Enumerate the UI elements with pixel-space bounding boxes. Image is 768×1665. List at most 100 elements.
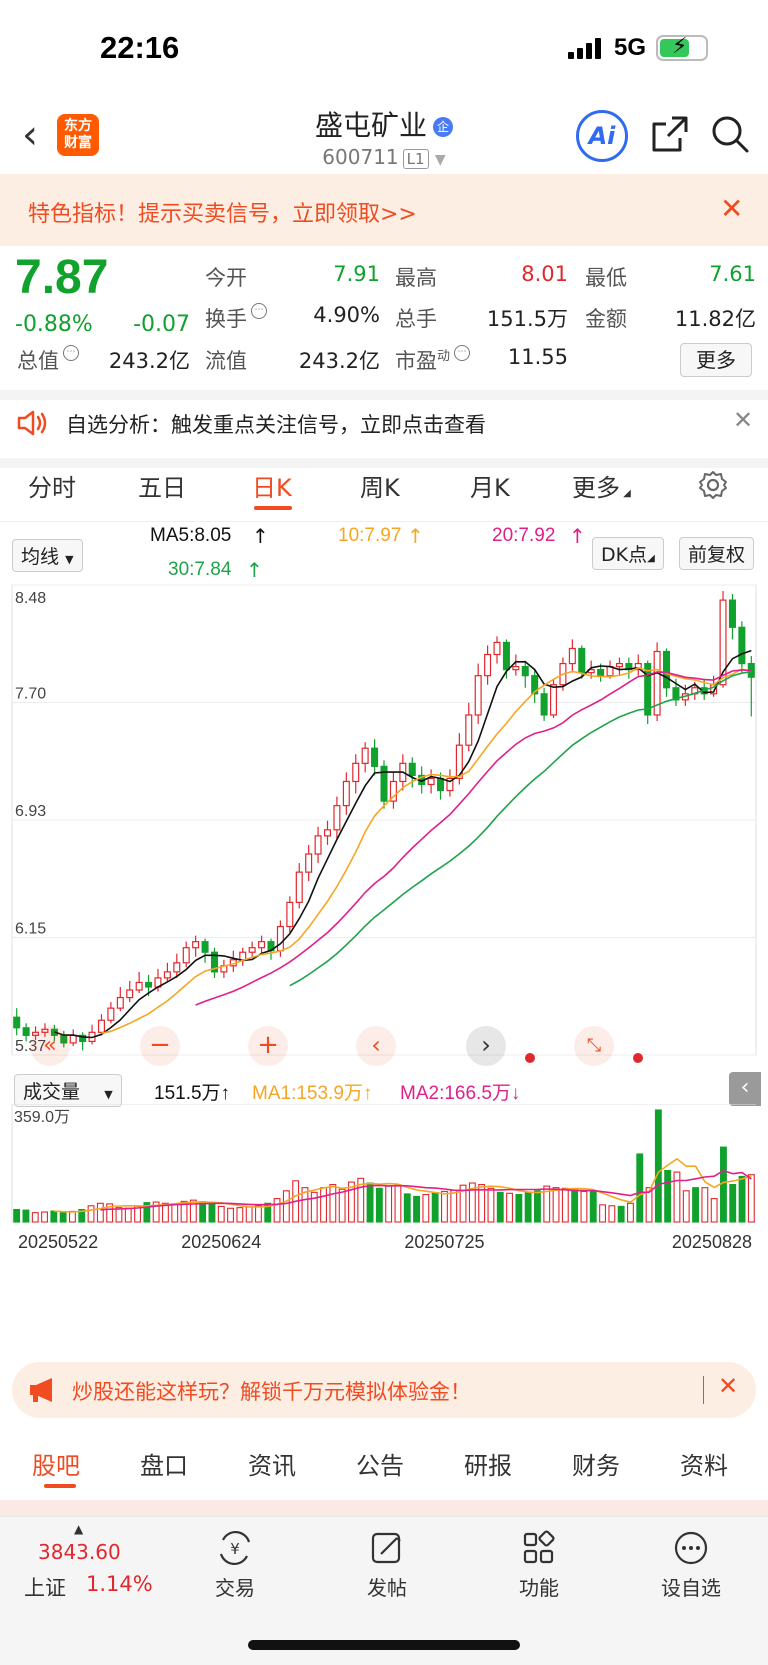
- more-dots-icon: [674, 1531, 708, 1565]
- low-label: 最低: [585, 266, 627, 290]
- candle-body: [474, 675, 482, 716]
- volume-bar: [599, 1204, 606, 1223]
- tab-weekly-k[interactable]: 周K: [360, 468, 400, 503]
- volume-bar: [524, 1191, 532, 1223]
- info-icon[interactable]: ⋯: [63, 345, 79, 361]
- volume-bar: [552, 1187, 560, 1223]
- close-icon[interactable]: ✕: [720, 192, 743, 225]
- candle-body: [615, 662, 623, 668]
- volume-bar: [571, 1189, 579, 1223]
- candlestick-chart[interactable]: 8.487.706.936.155.37: [0, 580, 768, 1080]
- add-watchlist-button[interactable]: 设自选: [646, 1530, 736, 1601]
- candle-body: [371, 747, 379, 767]
- fullscreen-icon[interactable]: ⤡: [574, 1026, 614, 1066]
- candle-body: [521, 666, 529, 677]
- volume-bar: [22, 1209, 30, 1223]
- stock-code: 600711: [322, 145, 399, 169]
- zoom-in-icon[interactable]: +: [248, 1026, 288, 1066]
- divider: [703, 1376, 704, 1404]
- dk-point-button[interactable]: DK点◢: [592, 537, 664, 570]
- high-label: 最高: [395, 266, 437, 290]
- candle-body: [305, 853, 313, 873]
- candle-body: [436, 777, 445, 792]
- candle-body: [361, 747, 369, 764]
- candle-body: [342, 780, 350, 807]
- adjust-button[interactable]: 前复权: [679, 537, 755, 570]
- tab-five-day[interactable]: 五日: [138, 468, 186, 503]
- chevron-left-icon[interactable]: ‹: [356, 1026, 396, 1066]
- volume-bar: [320, 1187, 327, 1223]
- volume-bar: [282, 1190, 290, 1223]
- content-peek: [0, 1500, 768, 1516]
- ma30-label: 30:7.84: [168, 559, 232, 580]
- close-icon[interactable]: ✕: [718, 1372, 738, 1400]
- functions-button[interactable]: 功能: [494, 1530, 584, 1601]
- candle-body: [97, 1019, 105, 1033]
- change-percent: -0.88%: [15, 312, 93, 337]
- tab-monthly-k[interactable]: 月K: [470, 468, 510, 503]
- volume-bar: [394, 1184, 402, 1223]
- candle-body: [145, 981, 153, 988]
- tab-profile[interactable]: 资料: [680, 1446, 728, 1481]
- collapse-panel-icon[interactable]: ‹: [729, 1072, 761, 1106]
- prev-page-icon[interactable]: «: [30, 1026, 70, 1066]
- volume-bar: [692, 1187, 699, 1223]
- tab-intraday[interactable]: 分时: [28, 468, 76, 503]
- volume-bar: [720, 1146, 727, 1223]
- more-button[interactable]: 更多: [680, 343, 752, 377]
- mktcap-value: 243.2亿: [108, 349, 190, 373]
- notice-text[interactable]: 自选分析：触发重点关注信号，立即点击查看: [66, 409, 486, 439]
- candle-body: [163, 971, 171, 979]
- promo-banner-2-text[interactable]: 炒股还能这样玩？解锁千万元模拟体验金！: [72, 1376, 471, 1406]
- tab-pankou[interactable]: 盘口: [140, 1446, 188, 1481]
- info-icon[interactable]: ⋯: [251, 303, 267, 319]
- open-value: 7.91: [333, 262, 380, 286]
- indicator-select[interactable]: 均线 ▼: [12, 539, 83, 572]
- candle-body: [502, 641, 510, 671]
- tab-news[interactable]: 资讯: [248, 1446, 296, 1481]
- open-label: 今开: [205, 266, 247, 290]
- volume-ma2: MA2:166.5万↓: [400, 1083, 521, 1104]
- chevron-right-icon[interactable]: ›: [466, 1026, 506, 1066]
- mktcap-label[interactable]: 总值 ⋯: [17, 345, 79, 375]
- volume-bar: [375, 1187, 383, 1223]
- tab-finance[interactable]: 财务: [572, 1446, 620, 1481]
- volume-bar: [366, 1182, 374, 1223]
- volume-bar: [654, 1109, 662, 1223]
- candle-body: [173, 962, 181, 973]
- ma20-line: [195, 669, 752, 1006]
- tab-more[interactable]: 更多 ◢: [572, 468, 631, 503]
- ai-button[interactable]: Ai: [576, 110, 628, 162]
- trade-button[interactable]: ¥ 交易: [190, 1530, 280, 1601]
- index-value[interactable]: 3843.60: [38, 1540, 121, 1564]
- x-tick-label: 20250624: [181, 1232, 261, 1252]
- post-button[interactable]: 发帖: [342, 1530, 432, 1601]
- tab-announcement[interactable]: 公告: [356, 1446, 404, 1481]
- current-price: 7.87: [15, 251, 109, 304]
- tab-guba[interactable]: 股吧: [32, 1446, 80, 1481]
- tab-daily-k[interactable]: 日K: [252, 468, 292, 503]
- search-icon[interactable]: [710, 114, 750, 154]
- volume-chart[interactable]: 359.0万 20250522 20250624 20250725 20250828: [0, 1104, 768, 1314]
- volume-bar: [710, 1198, 718, 1223]
- candle-body: [107, 1007, 115, 1021]
- promo-banner-text[interactable]: 特色指标！提示买卖信号，立即领取>>: [28, 196, 417, 228]
- zoom-out-icon[interactable]: −: [140, 1026, 180, 1066]
- turnover-label[interactable]: 换手 ⋯: [205, 303, 267, 333]
- y-tick-label: 6.93: [15, 803, 46, 820]
- y-tick-label: 8.48: [15, 590, 46, 607]
- gear-icon[interactable]: [698, 470, 728, 500]
- index-name[interactable]: 上证: [24, 1572, 66, 1602]
- candle-body: [22, 1027, 30, 1036]
- info-icon[interactable]: ⋯: [454, 345, 471, 361]
- volume-bar: [338, 1188, 346, 1223]
- candle-body: [135, 981, 143, 991]
- ma30-line: [289, 671, 752, 987]
- share-icon[interactable]: [650, 114, 690, 154]
- volume-bar: [310, 1191, 318, 1223]
- index-percent[interactable]: 1.14%: [86, 1572, 153, 1596]
- volume-indicator-select[interactable]: 成交量 ▼: [14, 1074, 122, 1107]
- close-icon[interactable]: ✕: [733, 406, 753, 434]
- pe-label[interactable]: 市盈动 ⋯: [395, 345, 471, 375]
- tab-research[interactable]: 研报: [464, 1446, 512, 1481]
